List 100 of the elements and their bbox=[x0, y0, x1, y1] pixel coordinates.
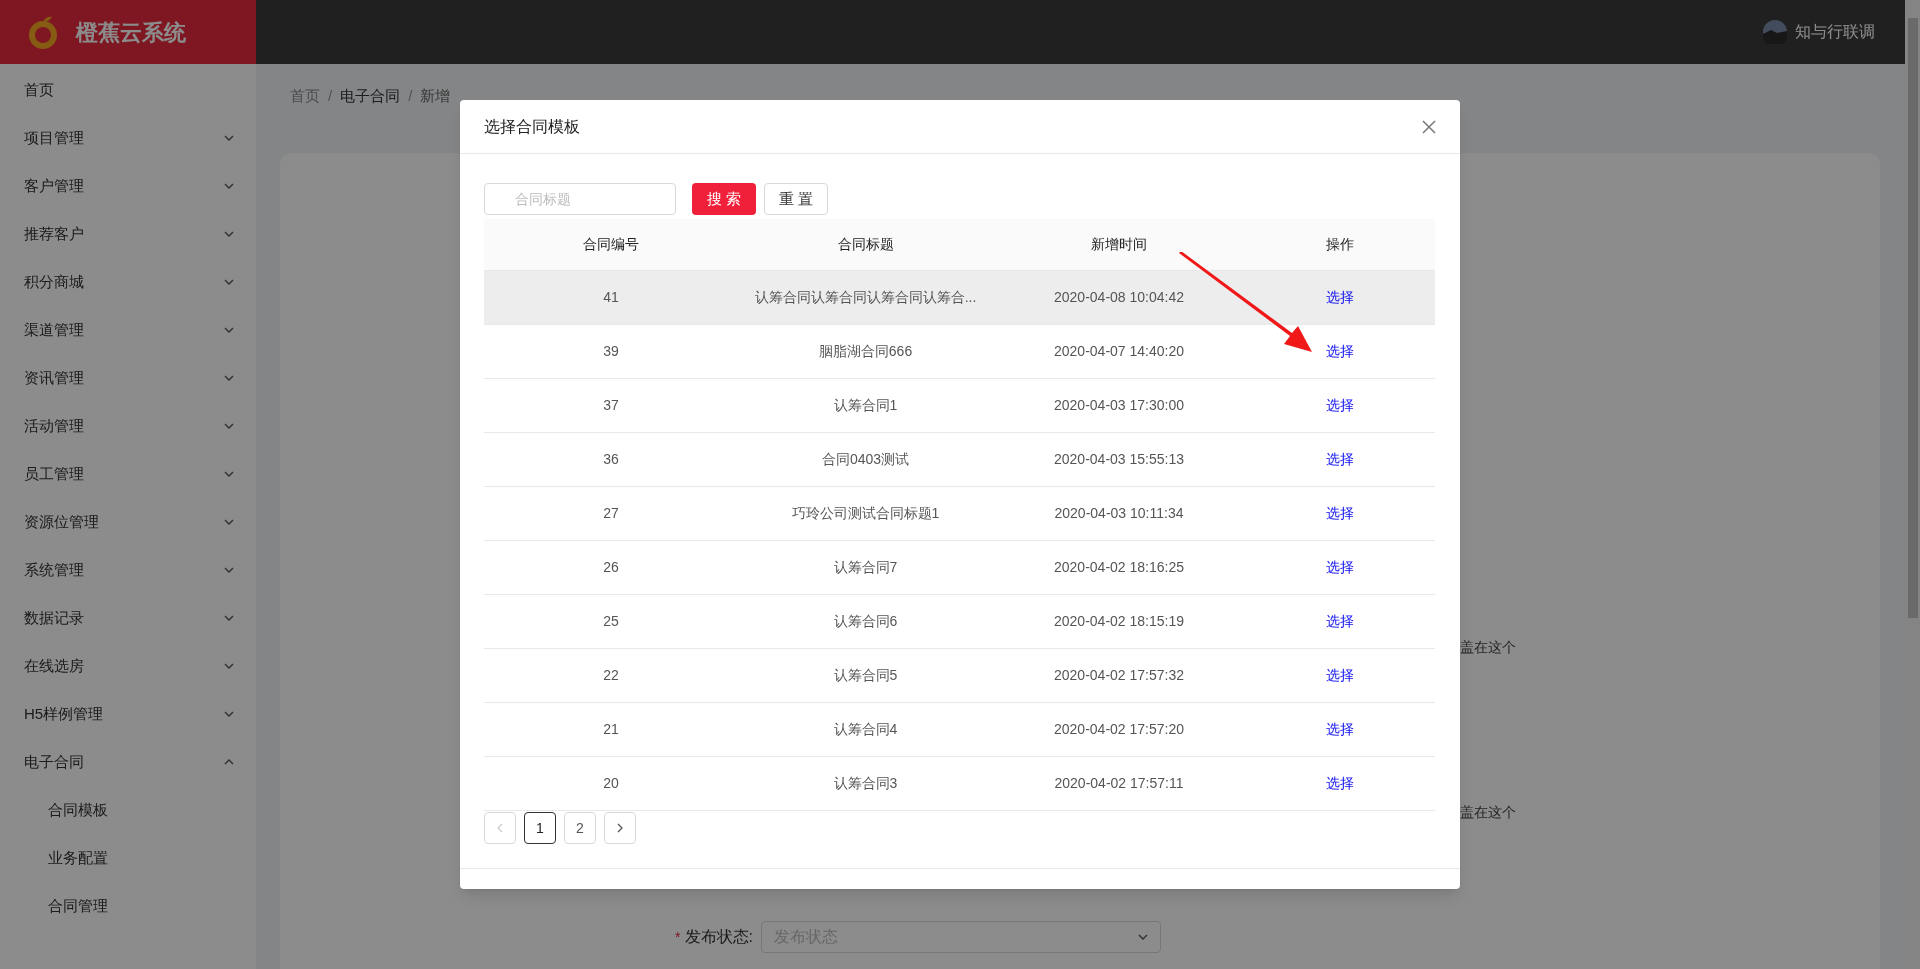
table-cell-text: 2020-04-03 10:11:34 bbox=[1054, 504, 1184, 523]
sidebar-subitem[interactable]: 合同模板 bbox=[0, 786, 256, 834]
table-cell-text: 认筹合同4 bbox=[833, 720, 898, 739]
select-link[interactable]: 选择 bbox=[1326, 773, 1354, 794]
chevron-icon bbox=[224, 519, 234, 525]
chevron-right-icon bbox=[617, 823, 623, 833]
page-button[interactable]: 2 bbox=[564, 812, 596, 844]
table-cell-text: 2020-04-08 10:04:42 bbox=[1054, 288, 1184, 307]
select-link[interactable]: 选择 bbox=[1326, 449, 1354, 470]
table-cell-text: 27 bbox=[603, 504, 619, 523]
sidebar-subitem[interactable]: 合同管理 bbox=[0, 882, 256, 930]
search-button[interactable]: 搜 索 bbox=[692, 183, 756, 215]
breadcrumb-separator: / bbox=[328, 85, 333, 106]
hint-text: 盖在这个 bbox=[1460, 803, 1517, 822]
table-cell-text: 认筹合同7 bbox=[833, 558, 898, 577]
table-cell-text: 36 bbox=[603, 450, 619, 469]
table-cell-text: 2020-04-02 17:57:11 bbox=[1054, 774, 1184, 793]
column-header: 合同标题 bbox=[837, 235, 894, 254]
chevron-icon bbox=[1138, 934, 1148, 940]
hint-text: 盖在这个 bbox=[1460, 638, 1517, 657]
sidebar-item[interactable]: 电子合同 bbox=[0, 738, 256, 786]
sidebar-item[interactable]: 积分商城 bbox=[0, 258, 256, 306]
sidebar-item[interactable]: 系统管理 bbox=[0, 546, 256, 594]
table-cell-text: 22 bbox=[603, 666, 619, 685]
column-header: 操作 bbox=[1326, 235, 1354, 254]
select-link[interactable]: 选择 bbox=[1326, 557, 1354, 578]
table-cell-text: 认筹合同1 bbox=[833, 396, 898, 415]
chevron-icon bbox=[224, 615, 234, 621]
table-row[interactable]: 41 认筹合同认筹合同认筹合同认筹合... 2020-04-08 10:04:42 选择 bbox=[484, 271, 1435, 325]
app-name: 橙蕉云系统 bbox=[76, 18, 186, 47]
sidebar-item[interactable]: 首页 bbox=[0, 66, 256, 114]
table-cell-text: 20 bbox=[603, 774, 619, 793]
chevron-left-icon bbox=[497, 823, 503, 833]
table-cell-text: 巧玲公司测试合同标题1 bbox=[791, 504, 940, 523]
sidebar-item[interactable]: 在线选房 bbox=[0, 642, 256, 690]
next-page-button[interactable] bbox=[604, 812, 636, 844]
table-cell-text: 胭脂湖合同666 bbox=[818, 342, 913, 361]
chevron-icon bbox=[224, 279, 234, 285]
sidebar-item[interactable]: 员工管理 bbox=[0, 450, 256, 498]
search-field[interactable]: 合同标题 bbox=[484, 183, 676, 215]
chevron-icon bbox=[224, 471, 234, 477]
avatar[interactable] bbox=[1763, 20, 1787, 44]
chevron-icon bbox=[224, 375, 234, 381]
breadcrumb-item[interactable]: 电子合同 bbox=[340, 84, 401, 108]
sidebar-item[interactable]: 客户管理 bbox=[0, 162, 256, 210]
chevron-icon bbox=[224, 663, 234, 669]
table-cell-text: 认筹合同5 bbox=[833, 666, 898, 685]
modal-title: 选择合同模板 bbox=[484, 116, 580, 137]
select-link[interactable]: 选择 bbox=[1326, 287, 1354, 308]
close-icon[interactable] bbox=[1422, 119, 1436, 134]
table-cell-text: 2020-04-07 14:40:20 bbox=[1054, 342, 1184, 361]
select-link[interactable]: 选择 bbox=[1326, 719, 1354, 740]
page-button[interactable]: 1 bbox=[524, 812, 556, 844]
sidebar-item[interactable]: 数据记录 bbox=[0, 594, 256, 642]
select-link[interactable]: 选择 bbox=[1326, 341, 1354, 362]
breadcrumb-item: 新增 bbox=[420, 85, 451, 106]
sidebar-item[interactable]: 资讯管理 bbox=[0, 354, 256, 402]
chevron-icon bbox=[224, 231, 234, 237]
table-cell-text: 41 bbox=[603, 288, 619, 307]
table-cell-text: 2020-04-02 17:57:32 bbox=[1054, 666, 1184, 685]
sidebar-item[interactable]: 活动管理 bbox=[0, 402, 256, 450]
sidebar-item[interactable]: 资源位管理 bbox=[0, 498, 256, 546]
select-link[interactable]: 选择 bbox=[1326, 503, 1354, 524]
table-cell-text: 21 bbox=[603, 720, 619, 739]
select-link[interactable]: 选择 bbox=[1326, 611, 1354, 632]
sidebar-item[interactable]: 渠道管理 bbox=[0, 306, 256, 354]
table-cell-text: 认筹合同认筹合同认筹合同认筹合... bbox=[754, 288, 977, 307]
table-cell-text: 2020-04-02 18:15:19 bbox=[1054, 612, 1184, 631]
chevron-icon bbox=[224, 135, 234, 141]
chevron-icon bbox=[224, 759, 234, 765]
select-link[interactable]: 选择 bbox=[1326, 665, 1354, 686]
user-name[interactable]: 知与行联调 bbox=[1795, 20, 1875, 44]
table-cell-text: 37 bbox=[603, 396, 619, 415]
breadcrumb-separator: / bbox=[408, 85, 413, 106]
table-cell-text: 认筹合同3 bbox=[833, 774, 898, 793]
table-cell-text: 39 bbox=[603, 342, 619, 361]
scrollbar-thumb[interactable] bbox=[1907, 18, 1918, 618]
table-cell-text: 认筹合同6 bbox=[833, 612, 898, 631]
chevron-icon bbox=[224, 711, 234, 717]
table-cell-text: 26 bbox=[603, 558, 619, 577]
table-cell-text: 25 bbox=[603, 612, 619, 631]
required-marker: * bbox=[675, 927, 681, 947]
chevron-icon bbox=[224, 567, 234, 573]
table-cell-text: 2020-04-02 17:57:20 bbox=[1054, 720, 1184, 739]
reset-button[interactable]: 重 置 bbox=[764, 183, 828, 215]
sidebar-item[interactable]: H5样例管理 bbox=[0, 690, 256, 738]
sidebar-subitem[interactable]: 业务配置 bbox=[0, 834, 256, 882]
table-cell-text: 2020-04-03 15:55:13 bbox=[1054, 450, 1184, 469]
sidebar-item[interactable]: 推荐客户 bbox=[0, 210, 256, 258]
field-label: 发布状态: bbox=[684, 927, 753, 947]
logo-icon bbox=[28, 14, 60, 50]
select-link[interactable]: 选择 bbox=[1326, 395, 1354, 416]
table-cell-text: 2020-04-03 17:30:00 bbox=[1054, 396, 1184, 415]
sidebar-item[interactable]: 项目管理 bbox=[0, 114, 256, 162]
table-cell-text: 合同0403测试 bbox=[821, 450, 910, 469]
chevron-icon bbox=[224, 423, 234, 429]
chevron-icon bbox=[224, 327, 234, 333]
column-header: 新增时间 bbox=[1091, 235, 1147, 254]
table-cell-text: 2020-04-02 18:16:25 bbox=[1054, 558, 1184, 577]
chevron-icon bbox=[224, 183, 234, 189]
